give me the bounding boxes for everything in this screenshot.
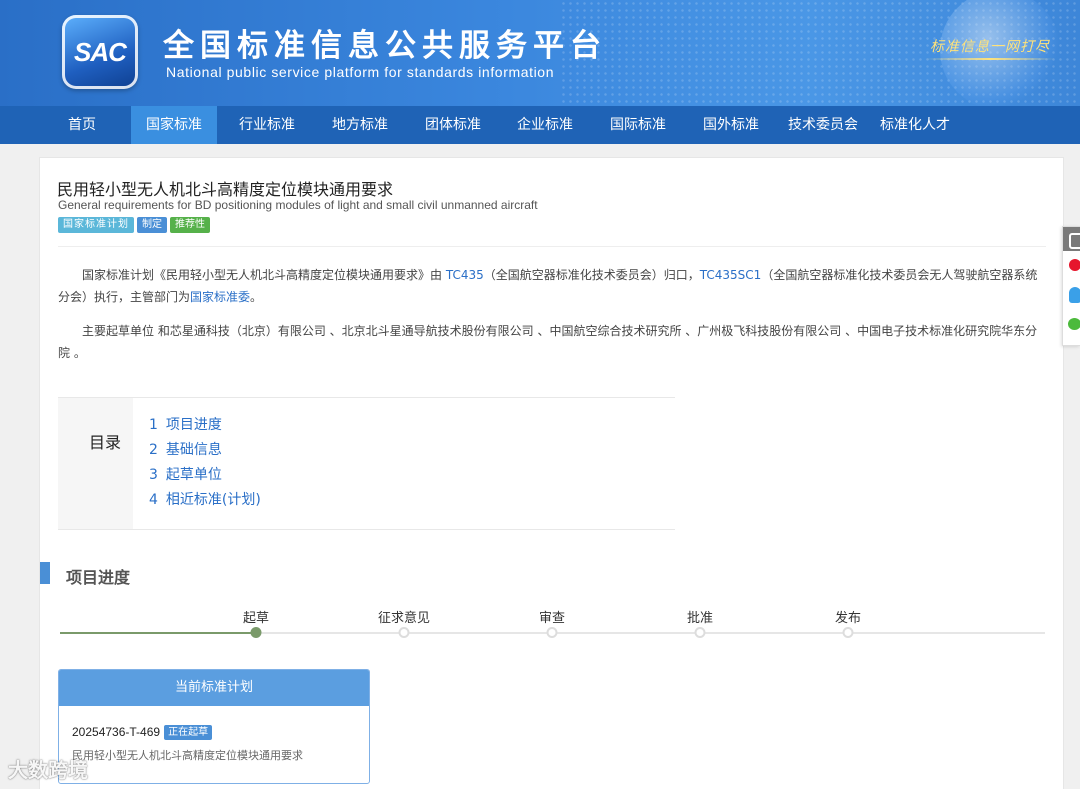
description-text: （全国航空器标准化技术委员会）归口， (483, 268, 700, 282)
nav-item-technical-committee[interactable]: 技术委员会 (782, 106, 864, 144)
nav-item-foreign-standards[interactable]: 国外标准 (694, 106, 768, 144)
toc-item-number: 3 (149, 467, 158, 483)
step-dot-approval (694, 627, 706, 638)
nav-item-national-standards[interactable]: 国家标准 (131, 106, 217, 144)
current-plan-box[interactable]: 当前标准计划 20254736-T-469 正在起草 民用轻小型无人机北斗高精度定… (58, 669, 370, 784)
qq-icon[interactable] (1069, 287, 1080, 303)
description-text: 。 (250, 290, 263, 304)
header-banner: SAC 全国标准信息公共服务平台 National public service… (0, 0, 1080, 106)
plan-code: 20254736-T-469 正在起草 (72, 725, 213, 740)
nav-item-industry-standards[interactable]: 行业标准 (230, 106, 304, 144)
standard-title: 民用轻小型无人机北斗高精度定位模块通用要求 (57, 180, 394, 199)
current-plan-header: 当前标准计划 (59, 670, 369, 706)
progress-track-fill (60, 632, 256, 634)
section-marker (40, 562, 50, 584)
nav-item-talent[interactable]: 标准化人才 (875, 106, 955, 144)
drafting-units-paragraph: 主要起草单位 和芯星通科技（北京）有限公司 、北京北斗星通导航技术股份有限公司 … (58, 324, 1038, 360)
site-title: 全国标准信息公共服务平台 (163, 28, 607, 64)
plan-name: 民用轻小型无人机北斗高精度定位模块通用要求 (72, 749, 303, 762)
toc-item-label: 相近标准(计划) (165, 492, 261, 508)
nav-item-enterprise-standards[interactable]: 企业标准 (508, 106, 582, 144)
step-label-draft: 起草 (242, 611, 270, 626)
weibo-icon[interactable] (1069, 259, 1080, 271)
toc-list: 1 项目进度 2 基础信息 3 起草单位 4 相近标准(计划) (149, 414, 261, 514)
tag-national-plan: 国家标准计划 (58, 217, 134, 233)
nav-item-international-standards[interactable]: 国际标准 (601, 106, 675, 144)
standard-title-en: General requirements for BD positioning … (58, 198, 538, 212)
toc-item-drafting-units[interactable]: 3 起草单位 (149, 464, 261, 489)
nav-item-group-standards[interactable]: 团体标准 (416, 106, 490, 144)
nav-item-local-standards[interactable]: 地方标准 (323, 106, 397, 144)
tc435sc1-link[interactable]: TC435SC1 (700, 268, 762, 282)
tag-recommended: 推荐性 (170, 217, 210, 233)
step-dot-review (546, 627, 558, 638)
wechat-icon[interactable] (1068, 318, 1080, 330)
step-dot-comment (398, 627, 410, 638)
plan-status-badge: 正在起草 (164, 725, 213, 740)
step-dot-draft (250, 627, 262, 638)
toc-item-basic-info[interactable]: 2 基础信息 (149, 439, 261, 464)
sac-logo[interactable]: SAC (62, 15, 138, 89)
logo-text: SAC (74, 37, 127, 67)
step-label-review: 审查 (538, 611, 566, 626)
main-nav: 首页 国家标准 行业标准 地方标准 团体标准 企业标准 国际标准 国外标准 技术… (0, 106, 1080, 144)
site-subtitle: National public service platform for sta… (166, 64, 555, 80)
toc-label: 目录 (89, 433, 122, 452)
tag-formulate: 制定 (137, 217, 167, 233)
section-title-progress: 项目进度 (66, 568, 131, 587)
standard-tags: 国家标准计划 制定 推荐性 (58, 217, 213, 233)
toc-item-progress[interactable]: 1 项目进度 (149, 414, 261, 439)
step-dot-publish (842, 627, 854, 638)
step-label-publish: 发布 (834, 611, 862, 626)
step-label-approval: 批准 (686, 611, 714, 626)
slogan-underline (925, 58, 1055, 60)
toc-item-number: 2 (149, 442, 158, 458)
tc435-link[interactable]: TC435 (446, 268, 484, 282)
copy-icon[interactable] (1063, 227, 1080, 251)
toc-label-box: 目录 (58, 398, 133, 529)
table-of-contents: 目录 1 项目进度 2 基础信息 3 起草单位 4 相近标准(计划) (58, 397, 675, 530)
toc-item-label: 基础信息 (165, 442, 222, 458)
plan-code-text: 20254736-T-469 (72, 725, 161, 739)
nav-item-home[interactable]: 首页 (58, 106, 106, 144)
toc-item-label: 项目进度 (165, 417, 222, 433)
slogan: 标准信息一网打尽 (930, 39, 1050, 55)
step-label-comment: 征求意见 (377, 611, 431, 626)
divider (58, 246, 1046, 247)
share-bar (1062, 226, 1080, 346)
watermark: 大数跨境 (8, 758, 88, 782)
sac-authority-link[interactable]: 国家标准委 (190, 290, 250, 304)
toc-item-label: 起草单位 (165, 467, 222, 483)
standard-detail-card: 民用轻小型无人机北斗高精度定位模块通用要求 General requiremen… (39, 157, 1064, 789)
toc-item-number: 4 (149, 492, 158, 508)
toc-item-related-standards[interactable]: 4 相近标准(计划) (149, 489, 261, 514)
toc-item-number: 1 (149, 417, 158, 433)
description-text: 国家标准计划《民用轻小型无人机北斗高精度定位模块通用要求》由 (82, 268, 446, 282)
description-paragraph: 国家标准计划《民用轻小型无人机北斗高精度定位模块通用要求》由 TC435（全国航… (58, 264, 1046, 308)
